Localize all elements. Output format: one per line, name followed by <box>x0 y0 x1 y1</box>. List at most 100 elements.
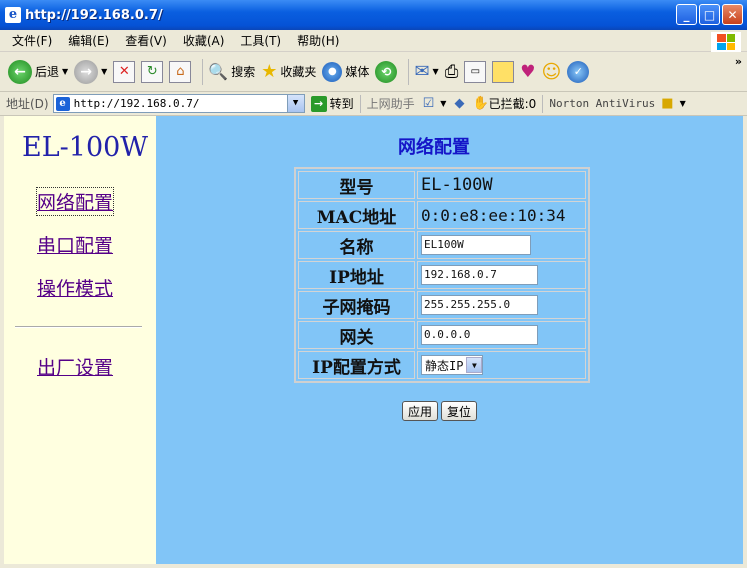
menu-view[interactable]: 查看(V) <box>117 32 175 49</box>
window-title: http://192.168.0.7/ <box>25 7 163 23</box>
reset-button[interactable]: 复位 <box>441 401 477 421</box>
address-label: 地址(D) <box>6 97 49 111</box>
helper-label[interactable]: 上网助手 <box>367 95 415 112</box>
media-icon: ● <box>322 61 343 82</box>
norton-icon[interactable]: ■ <box>661 96 673 111</box>
table-row: IP配置方式 静态IP ▼ <box>298 351 586 379</box>
nav-serial-config[interactable]: 串口配置 <box>37 231 113 258</box>
nav-divider <box>15 326 142 328</box>
maximize-button[interactable]: □ <box>699 4 720 25</box>
messenger-button[interactable]: ♥ <box>520 62 535 82</box>
page-content: EL-100W 网络配置 串口配置 操作模式 出厂设置 网络配置 型号 EL-1… <box>0 116 747 568</box>
menu-edit[interactable]: 编辑(E) <box>60 32 117 49</box>
nav-factory-reset[interactable]: 出厂设置 <box>37 353 113 380</box>
refresh-icon: ↻ <box>141 60 164 83</box>
smiley-button[interactable]: ☺ <box>542 61 562 83</box>
gateway-label: 网关 <box>298 321 415 349</box>
name-input[interactable]: EL100W <box>421 235 531 255</box>
menu-favorites[interactable]: 收藏(A) <box>175 32 233 49</box>
address-url: http://192.168.0.7/ <box>73 97 200 110</box>
ip-config-mode-select[interactable]: 静态IP ▼ <box>421 355 484 376</box>
close-button[interactable]: ✕ <box>722 4 743 25</box>
dropdown-arrow-icon[interactable]: ▼ <box>680 99 686 108</box>
nav-network-config[interactable]: 网络配置 <box>35 187 115 216</box>
nav-operation-mode[interactable]: 操作模式 <box>37 274 113 301</box>
mac-value: 0:0:e8:ee:10:34 <box>417 201 586 229</box>
gateway-input[interactable]: 0.0.0.0 <box>421 325 538 345</box>
favorites-button[interactable]: ★ 收藏夹 <box>261 61 316 82</box>
address-divider <box>542 94 544 113</box>
dropdown-arrow-icon[interactable]: ▼ <box>101 67 107 76</box>
note-button[interactable] <box>492 60 515 83</box>
address-input[interactable]: e http://192.168.0.7/ ▼ <box>52 94 305 113</box>
forward-button[interactable]: → ▼ <box>74 59 107 84</box>
page-icon: e <box>55 96 70 111</box>
title-bar: e http://192.168.0.7/ _ □ ✕ <box>0 0 747 30</box>
chevron-down-icon: ▼ <box>466 357 483 374</box>
history-icon: ⟲ <box>375 60 398 83</box>
subnet-mask-input[interactable]: 255.255.255.0 <box>421 295 538 315</box>
mail-button[interactable]: ✉ ▼ <box>414 61 438 82</box>
popup-blocker-icon[interactable]: ✋ <box>472 96 488 111</box>
table-row: MAC地址 0:0:e8:ee:10:34 <box>298 201 586 229</box>
blocked-count[interactable]: 已拦截:0 <box>489 95 537 112</box>
address-bar: 地址(D) e http://192.168.0.7/ ▼ → 转到 上网助手 … <box>0 92 747 116</box>
model-label: 型号 <box>298 171 415 199</box>
network-config-table: 型号 EL-100W MAC地址 0:0:e8:ee:10:34 名称 EL10… <box>294 167 590 383</box>
norton-label[interactable]: Norton AntiVirus <box>549 97 655 110</box>
subnet-mask-label: 子网掩码 <box>298 291 415 319</box>
menu-file[interactable]: 文件(F) <box>4 32 60 49</box>
back-button[interactable]: ← 后退 ▼ <box>8 59 68 84</box>
mail-icon: ✉ <box>414 61 430 82</box>
forward-arrow-icon: → <box>74 59 99 84</box>
history-button[interactable]: ⟲ <box>375 60 398 83</box>
home-button[interactable]: ⌂ <box>169 60 192 83</box>
home-icon: ⌂ <box>169 60 192 83</box>
stop-icon: ✕ <box>113 60 136 83</box>
globe-button[interactable]: ✓ <box>567 60 590 83</box>
eraser-icon[interactable]: ◆ <box>454 96 464 111</box>
toolbar-divider <box>408 58 410 85</box>
helper-check-icon[interactable]: ☑ <box>423 96 435 111</box>
stop-button[interactable]: ✕ <box>113 60 136 83</box>
dropdown-arrow-icon[interactable]: ▼ <box>62 67 68 76</box>
edit-button[interactable]: ▭ <box>464 60 487 83</box>
back-arrow-icon: ← <box>8 59 32 84</box>
menu-help[interactable]: 帮助(H) <box>289 32 347 49</box>
table-row: 网关 0.0.0.0 <box>298 321 586 349</box>
device-model-brand: EL-100W <box>22 132 149 163</box>
name-label: 名称 <box>298 231 415 259</box>
go-button[interactable]: → 转到 <box>310 95 354 112</box>
left-navigation: EL-100W 网络配置 串口配置 操作模式 出厂设置 <box>4 116 156 564</box>
minimize-button[interactable]: _ <box>676 4 697 25</box>
search-icon: 🔍 <box>208 62 229 81</box>
table-row: IP地址 192.168.0.7 <box>298 261 586 289</box>
address-dropdown-icon[interactable]: ▼ <box>286 95 304 112</box>
search-button[interactable]: 🔍 搜索 <box>208 62 255 81</box>
refresh-button[interactable]: ↻ <box>141 60 164 83</box>
dropdown-arrow-icon[interactable]: ▼ <box>440 99 446 108</box>
ip-config-mode-label: IP配置方式 <box>298 351 415 379</box>
toolbar: ← 后退 ▼ → ▼ ✕ ↻ ⌂ 🔍 搜索 ★ 收藏夹 ● 媒体 ⟲ ✉ ▼ ⎙ … <box>0 52 747 92</box>
menu-bar: 文件(F) 编辑(E) 查看(V) 收藏(A) 工具(T) 帮助(H) <box>0 30 747 52</box>
mac-label: MAC地址 <box>298 201 415 229</box>
table-row: 型号 EL-100W <box>298 171 586 199</box>
windows-logo-icon <box>711 32 741 52</box>
model-value: EL-100W <box>417 171 586 199</box>
go-arrow-icon: → <box>310 95 327 112</box>
print-button[interactable]: ⎙ <box>445 62 459 82</box>
apply-button[interactable]: 应用 <box>402 401 438 421</box>
page-title: 网络配置 <box>398 137 470 158</box>
menu-tools[interactable]: 工具(T) <box>232 32 289 49</box>
messenger-icon: ♥ <box>520 61 536 82</box>
toolbar-divider <box>202 58 204 85</box>
edit-icon: ▭ <box>464 60 487 83</box>
star-icon: ★ <box>261 61 278 82</box>
table-row: 子网掩码 255.255.255.0 <box>298 291 586 319</box>
ip-label: IP地址 <box>298 261 415 289</box>
media-button[interactable]: ● 媒体 <box>322 61 369 82</box>
note-icon <box>492 60 515 83</box>
ip-address-input[interactable]: 192.168.0.7 <box>421 265 538 285</box>
ie-icon: e <box>5 7 21 23</box>
toolbar-overflow-icon[interactable]: » <box>735 55 742 68</box>
